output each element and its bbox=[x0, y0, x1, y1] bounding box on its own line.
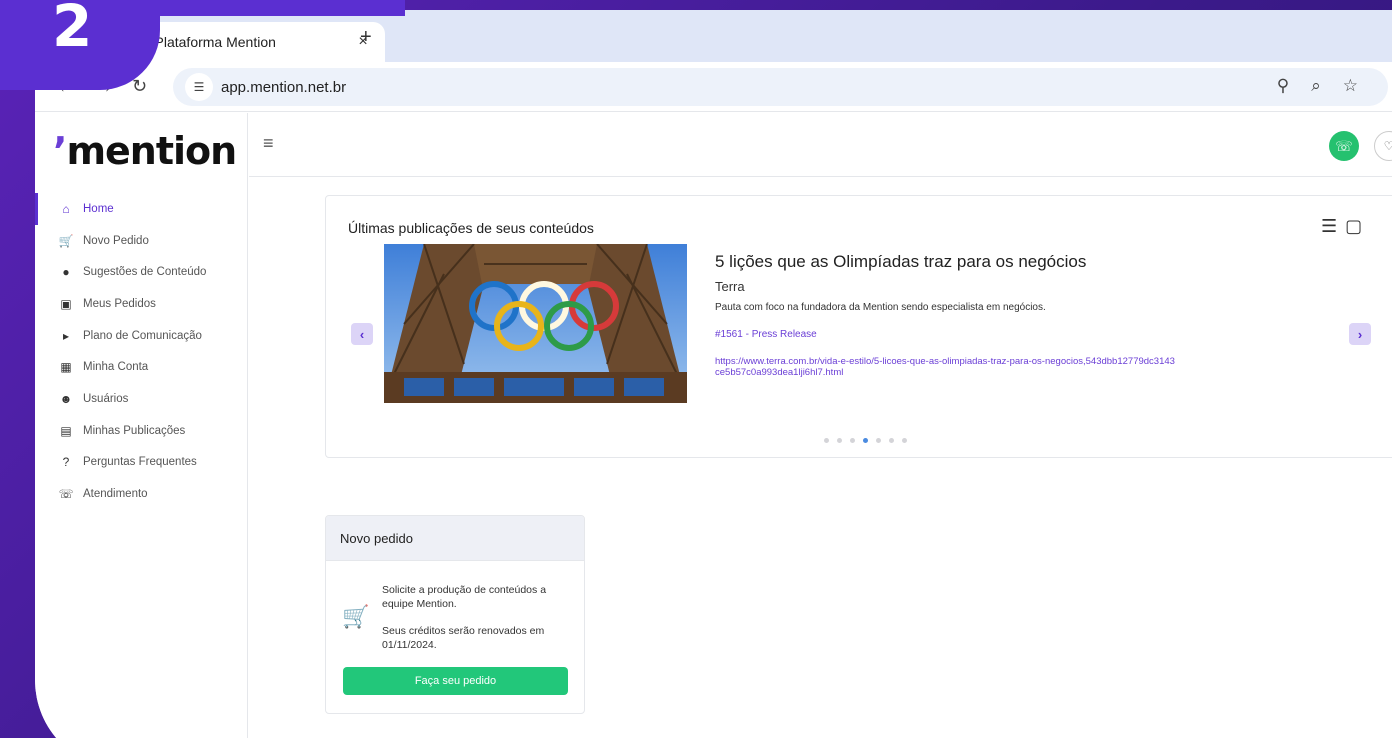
place-order-button[interactable]: Faça seu pedido bbox=[343, 667, 568, 695]
whatsapp-button-icon[interactable]: ☏ bbox=[1329, 131, 1359, 161]
carousel-view-icon[interactable]: ▢ bbox=[1345, 216, 1362, 237]
site-settings-icon[interactable]: ☰ bbox=[185, 73, 213, 101]
decorative-strip bbox=[150, 0, 405, 16]
publication-description: Pauta com foco na fundadora da Mention s… bbox=[715, 302, 1046, 313]
sidebar-nav: ⌂ Home 🛒 Novo Pedido ● Sugestões de Cont… bbox=[35, 193, 247, 510]
sidebar-item-label: Novo Pedido bbox=[83, 234, 149, 247]
megaphone-icon: ▸ bbox=[62, 328, 70, 343]
sidebar-item-label: Usuários bbox=[83, 392, 129, 405]
tab-bar: | Plataforma Mention × + bbox=[35, 10, 1392, 62]
home-icon: ⌂ bbox=[62, 201, 70, 216]
sidebar-item-meus-pedidos[interactable]: ▣ Meus Pedidos bbox=[35, 288, 247, 320]
sidebar-item-label: Minhas Publicações bbox=[83, 424, 186, 437]
carousel-prev-button[interactable]: ‹ bbox=[351, 323, 373, 345]
building-icon: ▦ bbox=[60, 360, 72, 375]
cart-icon: 🛒 bbox=[58, 233, 74, 248]
bookmark-star-icon[interactable]: ☆ bbox=[1343, 76, 1358, 96]
new-tab-icon[interactable]: + bbox=[360, 26, 372, 49]
carousel-dot[interactable] bbox=[902, 438, 907, 443]
publication-image bbox=[384, 244, 687, 403]
new-order-title: Novo pedido bbox=[326, 516, 584, 561]
new-order-text: Solicite a produção de conteúdos a equip… bbox=[382, 584, 547, 610]
lightbulb-icon: ● bbox=[62, 265, 70, 280]
carousel-dot[interactable] bbox=[876, 438, 881, 443]
sidebar-item-usuarios[interactable]: ☻ Usuários bbox=[35, 383, 247, 415]
sidebar-item-label: Home bbox=[83, 202, 114, 215]
publication-headline: 5 lições que as Olimpíadas traz para os … bbox=[715, 252, 1087, 271]
notification-bell-icon[interactable]: ♡ bbox=[1374, 131, 1392, 161]
sidebar-item-atendimento[interactable]: ☏ Atendimento bbox=[35, 478, 247, 510]
sidebar-item-sugestoes[interactable]: ● Sugestões de Conteúdo bbox=[35, 256, 247, 288]
publication-tag-link[interactable]: #1561 - Press Release bbox=[715, 329, 817, 340]
menu-toggle-icon[interactable]: ≡ bbox=[263, 133, 274, 154]
whatsapp-icon: ☏ bbox=[58, 487, 74, 502]
tab-title: | Plataforma Mention bbox=[147, 34, 276, 50]
carousel-dot[interactable] bbox=[824, 438, 829, 443]
publications-card: Últimas publicações de seus conteúdos ☰ … bbox=[325, 195, 1392, 458]
newspaper-icon: ▤ bbox=[60, 423, 72, 438]
sidebar-item-label: Minha Conta bbox=[83, 361, 149, 374]
list-view-icon[interactable]: ☰ bbox=[1321, 216, 1337, 237]
users-icon: ☻ bbox=[59, 391, 73, 406]
publication-source: Terra bbox=[715, 279, 745, 294]
mention-app: ’mention ⌂ Home 🛒 Novo Pedido ● Sugestõe… bbox=[35, 113, 1392, 738]
carousel-dot[interactable] bbox=[850, 438, 855, 443]
view-toggle: ☰ ▢ bbox=[1321, 216, 1362, 237]
sidebar-item-home[interactable]: ⌂ Home bbox=[35, 193, 247, 225]
sidebar-item-minhas-publicacoes[interactable]: ▤ Minhas Publicações bbox=[35, 415, 247, 447]
app-topbar: ≡ ☏ ♡ bbox=[249, 113, 1392, 177]
main-content: Últimas publicações de seus conteúdos ☰ … bbox=[249, 177, 1392, 738]
question-icon: ? bbox=[62, 455, 70, 470]
browser-toolbar: ← → ↻ ☰ app.mention.net.br ⚲ ⌕ ☆ □ bbox=[35, 62, 1392, 112]
address-bar[interactable]: ☰ app.mention.net.br ⚲ ⌕ ☆ bbox=[173, 68, 1388, 106]
cart-icon: 🛒 bbox=[342, 604, 370, 629]
step-badge-number: 2 bbox=[52, 0, 93, 60]
carousel-next-button[interactable]: › bbox=[1349, 323, 1371, 345]
sidebar-item-label: Meus Pedidos bbox=[83, 297, 156, 310]
password-key-icon[interactable]: ⚲ bbox=[1277, 76, 1289, 96]
sidebar-item-label: Sugestões de Conteúdo bbox=[83, 266, 207, 279]
sidebar-item-plano-comunicacao[interactable]: ▸ Plano de Comunicação bbox=[35, 320, 247, 352]
credits-renewal-text: Seus créditos serão renovados em 01/11/2… bbox=[382, 625, 545, 651]
new-order-card: Novo pedido 🛒 Solicite a produção de con… bbox=[325, 515, 585, 714]
carousel-dots bbox=[824, 438, 907, 443]
publications-title: Últimas publicações de seus conteúdos bbox=[348, 220, 594, 236]
url-text: app.mention.net.br bbox=[221, 78, 347, 96]
carousel-dot[interactable] bbox=[889, 438, 894, 443]
browser-window: | Plataforma Mention × + ← → ↻ ☰ app.men… bbox=[35, 10, 1392, 738]
sidebar-item-minha-conta[interactable]: ▦ Minha Conta bbox=[35, 351, 247, 383]
sidebar-item-label: Perguntas Frequentes bbox=[83, 456, 197, 469]
publication-url-link[interactable]: https://www.terra.com.br/vida-e-estilo/5… bbox=[715, 356, 1175, 379]
carousel-dot-active[interactable] bbox=[863, 438, 868, 443]
briefcase-icon: ▣ bbox=[60, 296, 72, 311]
sidebar-item-novo-pedido[interactable]: 🛒 Novo Pedido bbox=[35, 225, 247, 257]
sidebar-item-perguntas[interactable]: ? Perguntas Frequentes bbox=[35, 447, 247, 479]
sidebar: ’mention ⌂ Home 🛒 Novo Pedido ● Sugestõe… bbox=[35, 113, 248, 738]
sidebar-item-label: Plano de Comunicação bbox=[83, 329, 202, 342]
zoom-icon[interactable]: ⌕ bbox=[1311, 76, 1321, 96]
mention-logo[interactable]: ’mention bbox=[53, 129, 237, 173]
carousel-dot[interactable] bbox=[837, 438, 842, 443]
sidebar-item-label: Atendimento bbox=[83, 488, 148, 501]
